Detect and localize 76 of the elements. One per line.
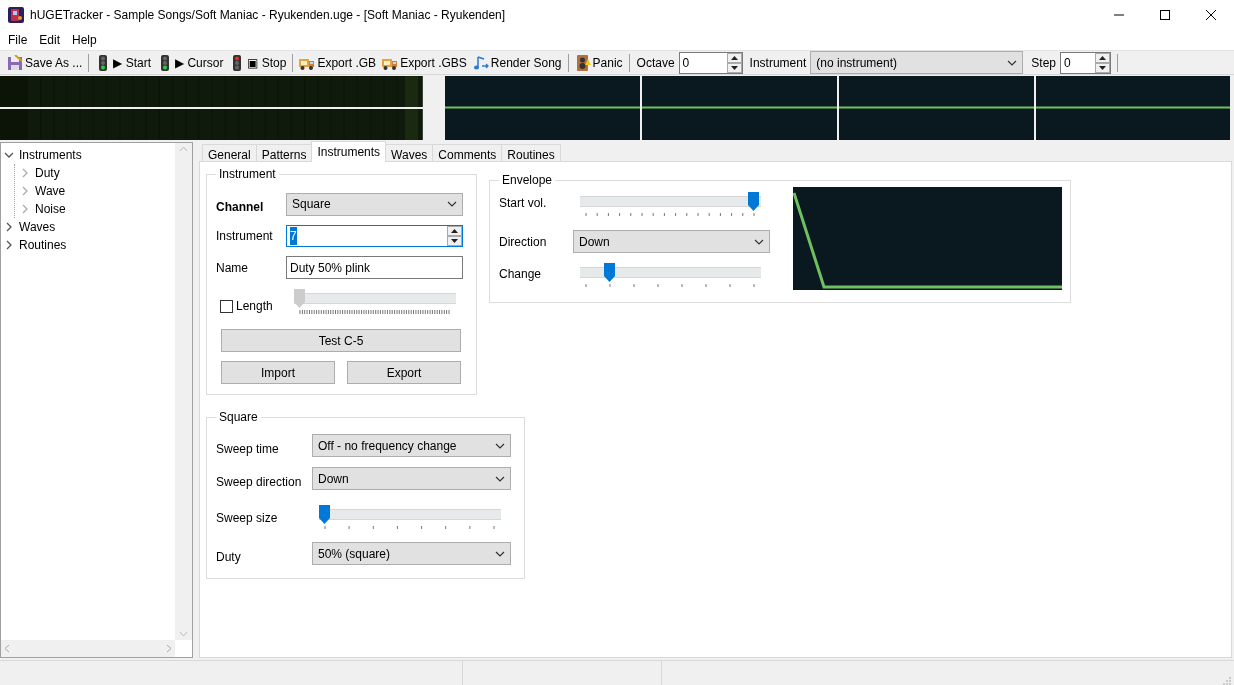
dropdown[interactable]: Down bbox=[312, 467, 511, 490]
toolbar-button[interactable]: ▶ Start bbox=[92, 51, 155, 74]
app-icon bbox=[8, 7, 24, 23]
dropdown-caret-icon[interactable] bbox=[1007, 59, 1018, 66]
maximize-icon[interactable] bbox=[1160, 10, 1170, 20]
field-label: Change bbox=[499, 266, 543, 283]
dropdown-caret-icon[interactable] bbox=[447, 201, 457, 207]
tree-item[interactable]: Wave bbox=[35, 182, 66, 200]
menu-item[interactable]: Edit bbox=[33, 29, 67, 51]
field-label: Instrument bbox=[216, 228, 274, 245]
dropdown[interactable]: Off - no frequency change bbox=[312, 434, 511, 457]
resize-grip-icon[interactable] bbox=[1223, 677, 1231, 685]
export-button[interactable]: Export bbox=[347, 361, 461, 384]
dropdown[interactable]: Down bbox=[573, 230, 770, 253]
tree-item[interactable]: Noise bbox=[35, 200, 66, 218]
spin-field[interactable]: 0 bbox=[1060, 51, 1111, 74]
speaker-warning-icon bbox=[574, 54, 591, 71]
toolbar-button[interactable]: Save As ... bbox=[4, 51, 86, 74]
slider-thumb[interactable] bbox=[604, 263, 615, 282]
collapse-icon[interactable] bbox=[4, 150, 14, 160]
field-label: Sweep direction bbox=[216, 474, 303, 491]
tab[interactable]: Instruments bbox=[311, 141, 387, 162]
dropdown-caret-icon[interactable] bbox=[495, 475, 505, 482]
spin-arrows-icon[interactable] bbox=[447, 226, 462, 246]
close-icon[interactable] bbox=[1206, 10, 1216, 20]
tab[interactable]: Routines bbox=[501, 144, 561, 162]
menu-item[interactable]: Help bbox=[66, 29, 103, 51]
toolbar-button[interactable]: ▶ Cursor bbox=[154, 51, 227, 74]
toolbar-label: Instrument bbox=[748, 54, 808, 72]
toolbar-button[interactable]: Export .GB bbox=[296, 51, 380, 74]
dropdown[interactable]: 50% (square) bbox=[312, 542, 511, 565]
field-label: Sweep time bbox=[216, 441, 280, 458]
group-title: Square bbox=[218, 411, 259, 423]
menu-item[interactable]: File bbox=[2, 29, 34, 51]
text-field[interactable]: Duty 50% plink bbox=[286, 256, 463, 279]
field-label: Direction bbox=[499, 233, 548, 251]
instrument-dropdown[interactable]: (no instrument) bbox=[810, 51, 1024, 74]
field-label: Channel bbox=[216, 199, 265, 216]
dropdown-caret-icon[interactable] bbox=[495, 442, 505, 449]
tab[interactable]: Patterns bbox=[255, 144, 313, 162]
toolbar-button[interactable]: Render Song bbox=[469, 51, 565, 74]
expand-icon[interactable] bbox=[4, 222, 14, 232]
window-title: hUGETracker - Sample Songs/Soft Maniac - Ryukenden.uge - [Soft Maniac - Ryukenden] bbox=[30, 7, 507, 24]
tree-item[interactable]: Instruments bbox=[19, 146, 82, 164]
group-title: Envelope bbox=[501, 174, 554, 186]
spin-arrows-icon[interactable] bbox=[726, 52, 742, 73]
field-label: Sweep size bbox=[216, 510, 279, 527]
tree-item[interactable]: Waves bbox=[19, 218, 56, 236]
slider-thumb[interactable] bbox=[748, 192, 759, 211]
tab[interactable]: Waves bbox=[385, 144, 434, 162]
tree-item[interactable]: Routines bbox=[19, 236, 67, 254]
dropdown-caret-icon[interactable] bbox=[754, 238, 764, 245]
dropdown[interactable]: Square bbox=[286, 192, 463, 216]
spin-arrows-icon[interactable] bbox=[1095, 52, 1110, 73]
field-label: Duty bbox=[216, 549, 242, 566]
dropdown-caret-icon[interactable] bbox=[495, 550, 505, 557]
import-button[interactable]: Import bbox=[221, 361, 335, 384]
tab[interactable]: General bbox=[202, 144, 257, 162]
slider-track[interactable] bbox=[294, 289, 456, 308]
tab[interactable]: Comments bbox=[432, 144, 503, 162]
spin-field[interactable]: 0 bbox=[678, 51, 743, 74]
field-label: Name bbox=[216, 259, 249, 277]
field-label: Start vol. bbox=[499, 195, 548, 212]
test-button[interactable]: Test C-5 bbox=[221, 329, 461, 352]
slider-thumb[interactable] bbox=[319, 505, 330, 524]
toolbar-button[interactable]: ▣ Stop bbox=[226, 51, 290, 74]
toolbar-label: Octave bbox=[635, 54, 676, 72]
toolbar-label: Step bbox=[1030, 54, 1057, 72]
toolbar-button[interactable]: Export .GBS bbox=[379, 51, 470, 74]
floppy-icon bbox=[7, 54, 23, 71]
expand-icon[interactable] bbox=[4, 240, 14, 250]
tree-item[interactable]: Duty bbox=[35, 164, 60, 182]
spin-field[interactable]: 7 bbox=[286, 225, 463, 247]
music-note-icon bbox=[472, 54, 489, 71]
group-title: Instrument bbox=[218, 168, 277, 180]
toolbar-button[interactable]: Panic bbox=[571, 51, 626, 74]
